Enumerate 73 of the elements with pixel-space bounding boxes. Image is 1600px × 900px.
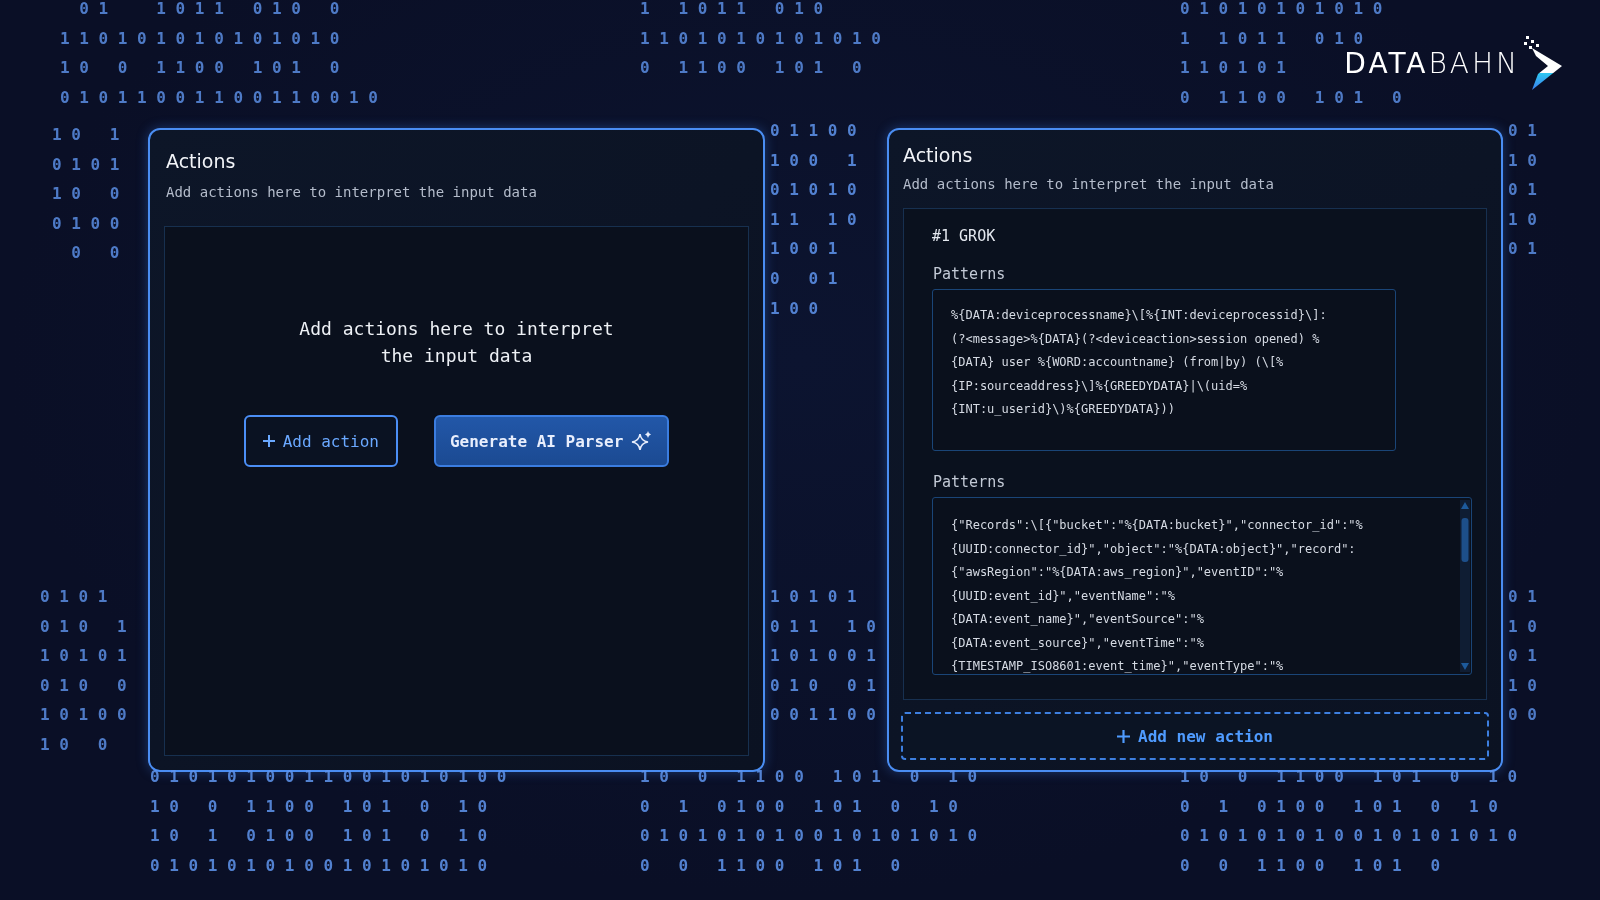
binary-digits: 0 1 0 1 0 1 0 0 1 1 0 0 1 0 1 0 1 0 0 (150, 766, 507, 788)
logo-arrow-icon (1522, 34, 1564, 92)
binary-digits: 0 0 (1508, 704, 1537, 727)
binary-digits: 1 0 0 (40, 733, 108, 756)
plus-icon (262, 435, 275, 447)
binary-digits: 1 0 0 (770, 297, 819, 320)
binary-digits: 1 0 0 1 (770, 238, 838, 261)
binary-digits: 0 1 (1508, 238, 1537, 261)
binary-digits: 0 0 1 (770, 267, 838, 290)
binary-digits: 1 1 0 1 0 1 (1180, 57, 1286, 80)
binary-digits: 1 0 0 1 1 0 0 1 0 1 0 (60, 57, 340, 80)
panel-description: Add actions here to interpret the input data (166, 184, 538, 200)
binary-digits: 1 0 1 0 0 1 (770, 645, 876, 668)
panel-title: Actions (166, 150, 237, 172)
binary-digits: 0 1 1 1 0 (770, 615, 876, 638)
binary-digits: 1 1 0 1 0 1 0 1 0 1 0 1 0 (640, 27, 881, 50)
binary-digits: 0 1 0 0 (52, 212, 120, 235)
binary-digits: 0 1 (1508, 179, 1537, 202)
field-label: Patterns (933, 473, 1007, 491)
binary-digits: 0 1 0 1 0 1 0 1 0 1 0 (1180, 0, 1383, 20)
binary-digits: 0 1 1 0 0 (770, 120, 857, 142)
plus-icon (1117, 729, 1131, 743)
empty-state-message: Add actions here to interpret the input data (298, 317, 615, 368)
generate-parser-button[interactable]: Generate AI Parser (433, 415, 670, 467)
binary-digits: 0 1 0 1 (52, 153, 120, 176)
binary-digits: 1 0 (1508, 149, 1537, 172)
binary-digits: 1 0 0 (52, 183, 120, 206)
binary-digits: 0 1 0 1 0 1 0 1 0 0 1 0 1 0 1 0 1 0 (150, 854, 488, 877)
add-new-action-button[interactable]: Add new action (901, 712, 1489, 760)
scrollbar[interactable] (1460, 500, 1470, 672)
binary-digits: 0 1 0 1 (40, 586, 108, 608)
binary-digits: 1 0 1 0 1 0 0 1 0 1 0 1 0 (150, 825, 488, 848)
binary-digits: 1 0 0 1 1 0 0 1 0 1 0 1 0 (150, 795, 488, 818)
binary-digits: 1 0 0 1 1 0 0 1 0 1 0 1 0 (1180, 766, 1518, 788)
binary-digits: 0 1 0 1 0 1 0 1 0 0 1 0 1 0 1 0 1 0 (640, 825, 978, 848)
binary-digits: 1 0 0 1 1 0 0 1 0 1 0 1 0 (640, 766, 978, 788)
binary-digits: 1 1 0 1 1 0 1 0 (640, 0, 824, 20)
binary-digits: 0 1 (1508, 120, 1537, 142)
binary-digits: 0 1 0 1 (40, 615, 127, 638)
binary-digits: 0 1 0 1 0 (770, 179, 857, 202)
binary-digits: 0 1 (1508, 586, 1537, 608)
field-label: Patterns (933, 265, 1007, 283)
panel-description: Add actions here to interpret the input data (903, 176, 1275, 192)
binary-digits: 0 1 0 1 0 0 1 0 1 0 1 0 (640, 795, 958, 818)
binary-digits: 0 0 1 1 0 0 1 0 1 0 (640, 854, 901, 877)
binary-digits: 0 1 0 0 1 (770, 674, 876, 697)
binary-digits: 1 0 1 0 1 (770, 586, 857, 608)
binary-digits: 1 0 1 0 1 (40, 645, 127, 668)
panel-title: Actions (903, 144, 974, 166)
binary-digits: 0 0 1 1 0 0 1 0 1 0 (1180, 854, 1441, 877)
binary-digits: 0 1 1 0 1 1 0 1 0 0 (78, 0, 340, 20)
pattern-field[interactable]: %{DATA:deviceprocessname}\[%{INT:deviceprocessid}\]: (?<message>%{DATA}(?<deviceaction>session opened) % {DATA} user %{WORD:accountname} (from|by) (\[% {IP:sourceaddress}\]%{GREEDYDATA}|\(uid=% {INT:u_userid}\)%{GREEDYDATA})) (932, 289, 1396, 451)
action-title: #1 GROK (932, 227, 997, 245)
binary-digits: 1 1 0 1 0 1 0 1 0 1 0 1 0 1 0 (60, 27, 340, 50)
binary-digits: 1 0 1 0 0 (40, 704, 127, 727)
add-action-button[interactable]: Add action (243, 415, 398, 467)
binary-digits: 1 0 1 (52, 124, 120, 146)
binary-digits: 0 1 1 0 0 1 0 1 0 (1180, 86, 1402, 109)
binary-digits: 0 1 0 1 0 0 1 0 1 0 1 0 (1180, 795, 1498, 818)
binary-digits: 0 0 1 1 0 0 (770, 704, 876, 727)
pattern-field[interactable]: {"Records":\[{"bucket":"%{DATA:bucket}","connector_id":"% {UUID:connector_id}","object":"%{DATA:object}","record": {"awsRegion":"%{DATA:aws_region}","eventID":"% {UUID:event_id}","eventName":"% {DATA:event_name}","eventSource":"% {DATA:event_source}","eventTime":"% {TIMESTAMP_ISO8601:event_time}","eventType":"% (932, 497, 1472, 675)
sparkle-icon (631, 430, 654, 452)
binary-digits: 1 0 (1508, 674, 1537, 697)
binary-digits: 1 0 0 1 (770, 149, 857, 172)
binary-digits: 1 0 (1508, 208, 1537, 231)
binary-digits: 0 1 (1508, 645, 1537, 668)
binary-digits: 0 1 0 1 0 1 0 1 0 0 1 0 1 0 1 0 1 0 (1180, 825, 1518, 848)
binary-digits: 0 1 0 1 1 0 0 1 1 0 0 1 1 0 0 1 0 (60, 86, 378, 109)
binary-digits: 0 1 0 0 (40, 674, 127, 697)
binary-digits: 1 0 (1508, 615, 1537, 638)
binary-digits: 0 0 (70, 242, 120, 265)
binary-digits: 1 1 1 0 (770, 208, 857, 231)
binary-digits: 0 1 1 0 0 1 0 1 0 (640, 57, 862, 80)
